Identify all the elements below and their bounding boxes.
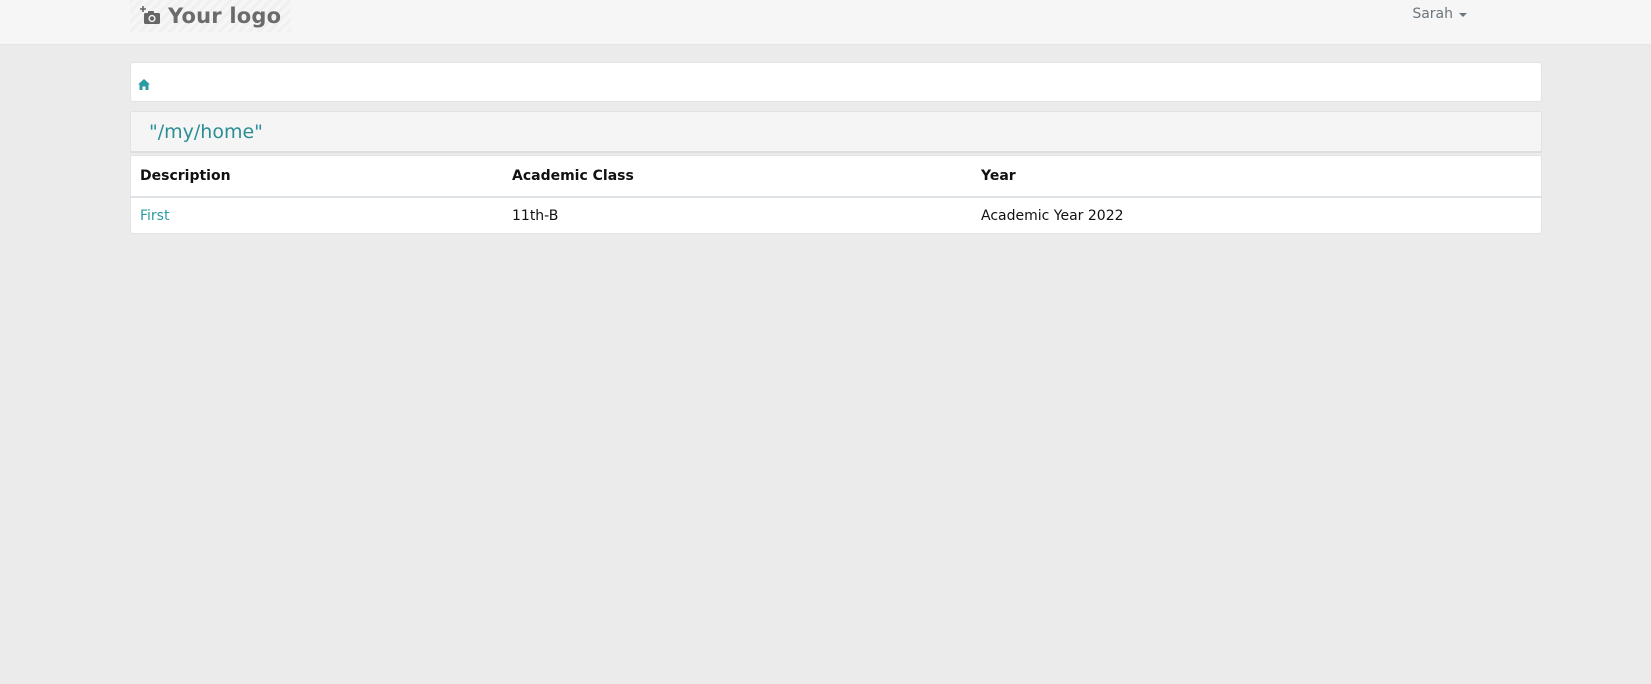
logo[interactable]: Your logo: [130, 0, 292, 32]
top-navbar: Your logo Sarah: [0, 0, 1651, 45]
cell-year: Academic Year 2022: [981, 207, 1124, 224]
user-menu-dropdown[interactable]: Sarah: [1412, 6, 1467, 22]
cell-description: First: [131, 197, 503, 233]
caret-down-icon: [1459, 12, 1467, 17]
camera-add-icon: [140, 6, 162, 26]
home-icon[interactable]: [137, 76, 151, 90]
logo-text: Your logo: [168, 4, 282, 28]
user-name: Sarah: [1412, 6, 1453, 22]
table-header-row: Description Academic Class Year: [131, 156, 1541, 198]
description-link[interactable]: First: [140, 208, 169, 224]
table-row[interactable]: First 11th-B Academic Year 2022: [131, 197, 1541, 233]
column-header-description[interactable]: Description: [131, 156, 503, 198]
records-table: Description Academic Class Year First 11…: [130, 155, 1542, 234]
page-title: "/my/home": [149, 120, 263, 143]
column-header-academic-class[interactable]: Academic Class: [503, 156, 972, 198]
column-header-year[interactable]: Year: [972, 156, 1541, 198]
breadcrumb: [130, 62, 1542, 102]
panel-header: "/my/home": [130, 111, 1542, 153]
cell-academic-class: 11th-B: [512, 207, 559, 224]
